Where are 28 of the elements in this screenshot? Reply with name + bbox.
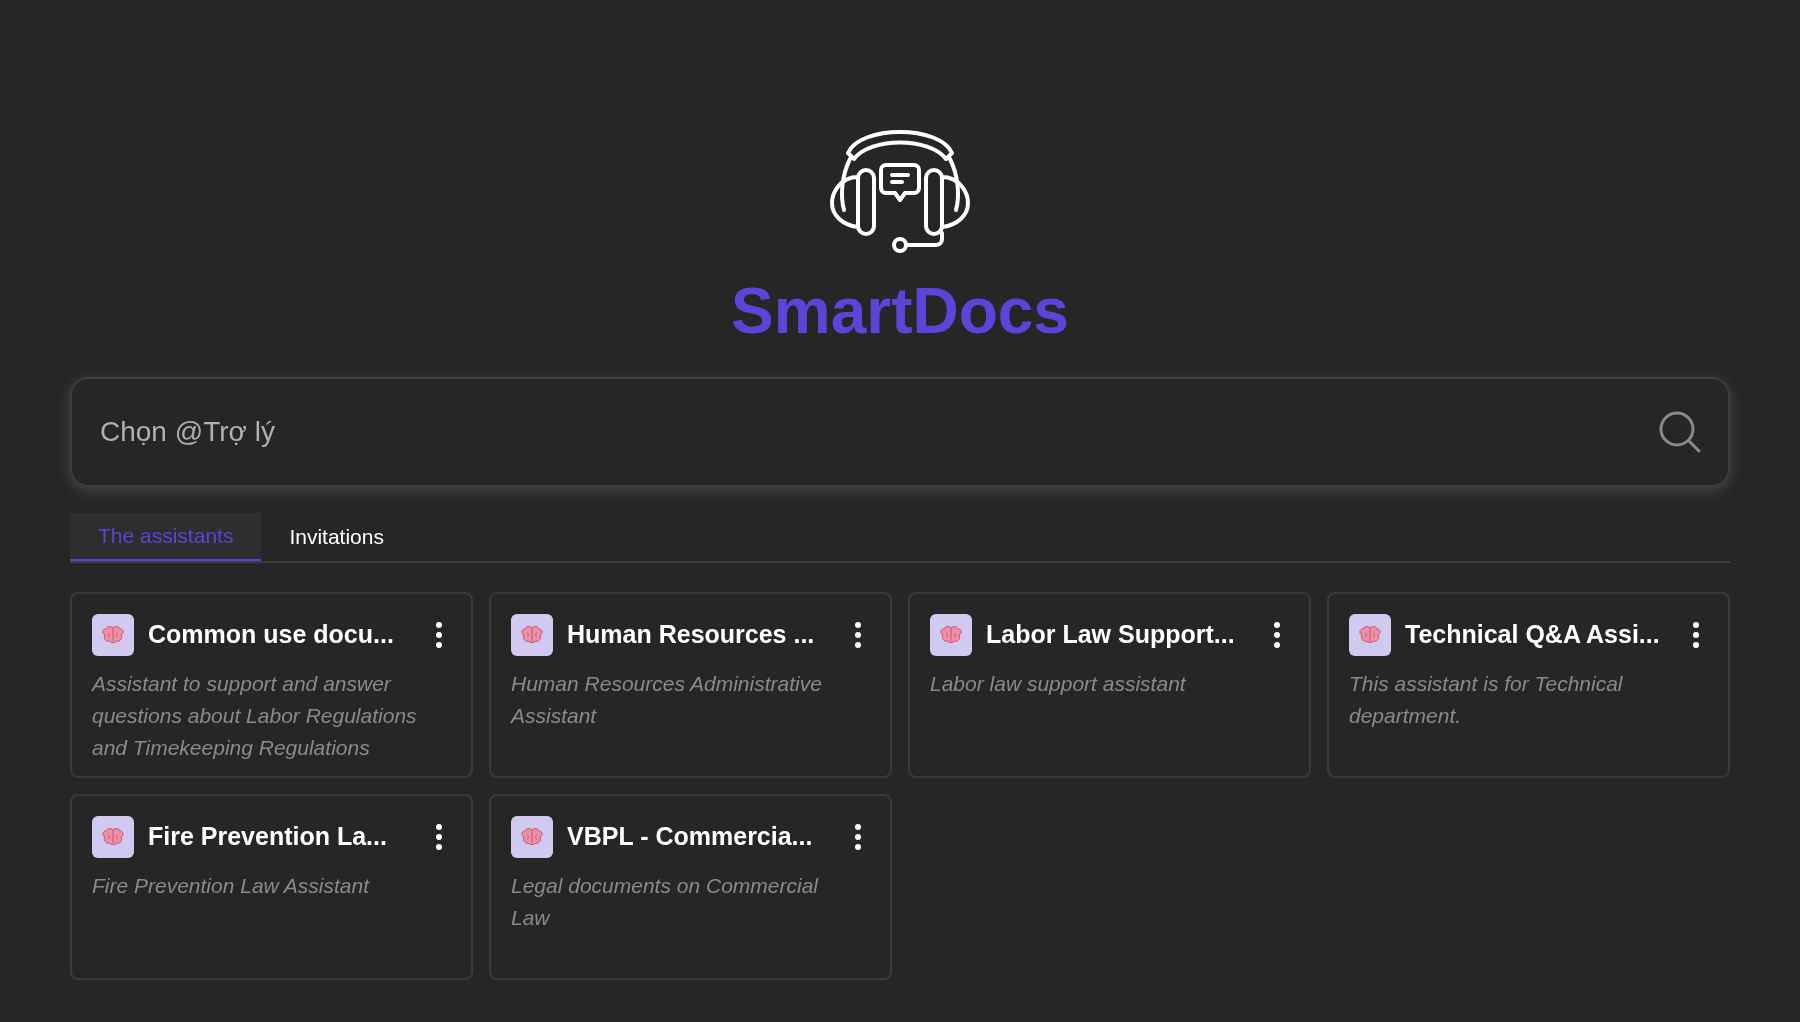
assistant-card[interactable]: Labor Law Support... Labor law support assistant: [908, 592, 1311, 778]
assistant-description: Fire Prevention Law Assistant: [92, 873, 371, 899]
assistant-card[interactable]: Fire Prevention La... Fire Prevention Law Assistant: [70, 794, 473, 980]
assistant-title: VBPL - Commercia...: [567, 821, 814, 853]
assistant-card[interactable]: Common use docu... Assistant to support and answer questions about Labor Regulations and Timekeeping Regulations: [70, 592, 473, 778]
brain-icon: [511, 816, 553, 858]
assistant-card[interactable]: VBPL - Commercia... Legal documents on Commercial Law: [489, 794, 892, 980]
tab[interactable]: Invitations: [261, 513, 412, 561]
brain-icon: [92, 614, 134, 656]
assistant-description: Human Resources Administrative Assistant: [511, 671, 823, 729]
search-icon[interactable]: [1658, 410, 1702, 454]
assistant-card[interactable]: Technical Q&A Assi... This assistant is for Technical department.: [1327, 592, 1730, 778]
brain-icon: [930, 614, 972, 656]
assistant-title: Fire Prevention La...: [148, 821, 388, 853]
brain-icon: [1349, 614, 1391, 656]
assistant-description: This assistant is for Technical department.: [1349, 671, 1624, 729]
assistant-title: Technical Q&A Assi...: [1405, 619, 1661, 651]
assistant-description: Legal documents on Commercial Law: [511, 873, 820, 931]
assistant-title: Labor Law Support...: [986, 619, 1236, 651]
assistant-title: Human Resources ...: [567, 619, 816, 651]
brain-icon: [511, 614, 553, 656]
assistant-card[interactable]: Human Resources ... Human Resources Administrative Assistant: [489, 592, 892, 778]
brain-icon: [92, 816, 134, 858]
assistant-description: Assistant to support and answer questions about Labor Regulations and Timekeeping Regulations: [92, 671, 418, 761]
assistant-description: Labor law support assistant: [930, 671, 1188, 697]
search-field[interactable]: Chọn @Trợ lý: [70, 377, 1730, 487]
brand-title: SmartDocs: [731, 275, 1069, 347]
assistant-title: Common use docu...: [148, 619, 395, 651]
